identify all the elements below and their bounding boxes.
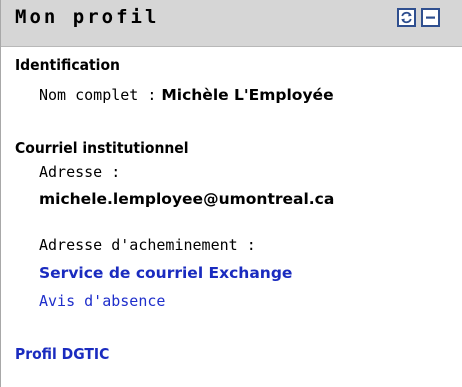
refresh-icon [401, 11, 412, 24]
email-heading: Courriel institutionnel [15, 139, 189, 157]
minimize-button[interactable] [421, 8, 440, 27]
full-name-row: Nom complet : Michèle L'Employée [39, 86, 334, 104]
exchange-service-link[interactable]: Service de courriel Exchange [39, 264, 292, 282]
routing-address-label: Adresse d'acheminement : [39, 236, 256, 254]
refresh-button[interactable] [397, 8, 416, 27]
dgtic-profile-link[interactable]: Profil DGTIC [15, 345, 109, 363]
minimize-icon [426, 16, 435, 19]
full-name-value: Michèle L'Employée [161, 86, 334, 104]
panel-title: Mon profil [15, 6, 160, 28]
address-value: michele.lemployee@umontreal.ca [39, 190, 335, 208]
absence-notice-link[interactable]: Avis d'absence [39, 292, 165, 310]
full-name-label: Nom complet : [39, 86, 157, 104]
address-label: Adresse : [39, 163, 121, 181]
identification-heading: Identification [15, 56, 120, 74]
profile-panel: Mon profil Identification Nom complet : … [0, 0, 462, 387]
panel-header: Mon profil [1, 0, 462, 47]
